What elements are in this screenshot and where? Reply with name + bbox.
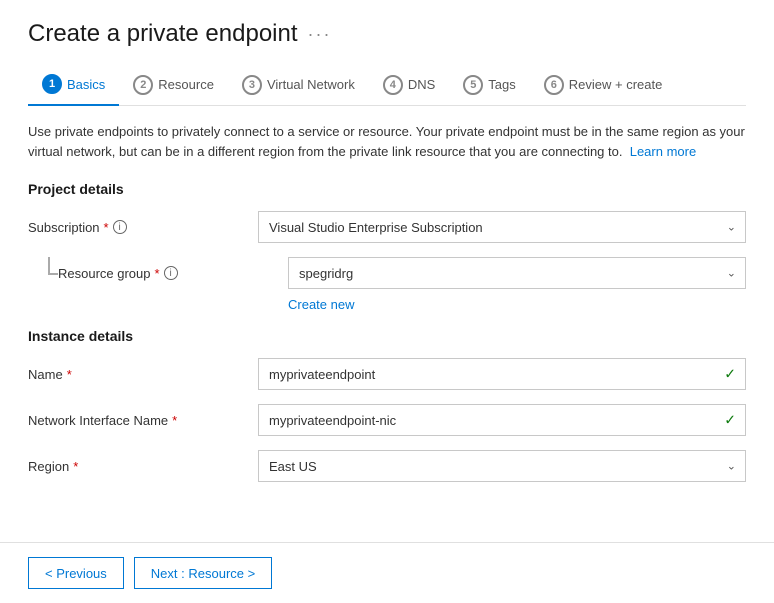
name-input[interactable] <box>258 358 746 390</box>
tab-tags-label: Tags <box>488 77 515 92</box>
wizard-tabs: 1 Basics 2 Resource 3 Virtual Network 4 … <box>28 66 746 106</box>
create-new-link[interactable]: Create new <box>288 297 354 312</box>
tab-resource[interactable]: 2 Resource <box>119 67 228 105</box>
instance-details-header: Instance details <box>28 328 746 344</box>
subscription-select[interactable]: Visual Studio Enterprise Subscription <box>258 211 746 243</box>
tab-review[interactable]: 6 Review + create <box>530 67 677 105</box>
resource-group-select[interactable]: spegridrg <box>288 257 746 289</box>
region-required: * <box>73 459 78 474</box>
tab-resource-label: Resource <box>158 77 214 92</box>
step-circle-4: 4 <box>383 75 403 95</box>
network-interface-input[interactable] <box>258 404 746 436</box>
tab-review-label: Review + create <box>569 77 663 92</box>
tab-dns[interactable]: 4 DNS <box>369 67 449 105</box>
network-interface-required: * <box>172 413 177 428</box>
page-title: Create a private endpoint <box>28 20 298 48</box>
subscription-label: Subscription * i <box>28 220 258 235</box>
region-select[interactable]: East US <box>258 450 746 482</box>
network-interface-row: Network Interface Name * ✓ <box>28 404 746 436</box>
resource-group-label: Resource group * i <box>58 266 288 281</box>
step-circle-6: 6 <box>544 75 564 95</box>
name-required: * <box>67 367 72 382</box>
region-label: Region * <box>28 459 258 474</box>
region-row: Region * East US ⌄ <box>28 450 746 482</box>
subscription-info-icon[interactable]: i <box>113 220 127 234</box>
step-circle-2: 2 <box>133 75 153 95</box>
region-control: East US ⌄ <box>258 450 746 482</box>
tab-virtual-network-label: Virtual Network <box>267 77 355 92</box>
tab-basics-label: Basics <box>67 77 105 92</box>
description-text: Use private endpoints to privately conne… <box>28 122 746 161</box>
prev-button[interactable]: < Previous <box>28 557 124 589</box>
name-control: ✓ <box>258 358 746 390</box>
resource-group-info-icon[interactable]: i <box>164 266 178 280</box>
name-row: Name * ✓ <box>28 358 746 390</box>
project-details-header: Project details <box>28 181 746 197</box>
tab-tags[interactable]: 5 Tags <box>449 67 529 105</box>
tab-basics[interactable]: 1 Basics <box>28 66 119 106</box>
subscription-required: * <box>104 220 109 235</box>
next-button[interactable]: Next : Resource > <box>134 557 272 589</box>
resource-group-control: spegridrg ⌄ <box>288 257 746 289</box>
resource-group-row: Resource group * i spegridrg ⌄ <box>28 257 746 312</box>
name-label: Name * <box>28 367 258 382</box>
learn-more-link[interactable]: Learn more <box>630 144 696 159</box>
resource-group-required: * <box>155 266 160 281</box>
tab-dns-label: DNS <box>408 77 435 92</box>
footer: < Previous Next : Resource > <box>0 542 774 603</box>
network-interface-control: ✓ <box>258 404 746 436</box>
subscription-row: Subscription * i Visual Studio Enterpris… <box>28 211 746 243</box>
step-circle-1: 1 <box>42 74 62 94</box>
page-title-ellipsis: ··· <box>308 24 332 45</box>
tab-virtual-network[interactable]: 3 Virtual Network <box>228 67 369 105</box>
name-check-icon: ✓ <box>724 366 736 383</box>
subscription-control: Visual Studio Enterprise Subscription ⌄ <box>258 211 746 243</box>
network-interface-check-icon: ✓ <box>724 412 736 429</box>
step-circle-3: 3 <box>242 75 262 95</box>
network-interface-label: Network Interface Name * <box>28 413 258 428</box>
step-circle-5: 5 <box>463 75 483 95</box>
